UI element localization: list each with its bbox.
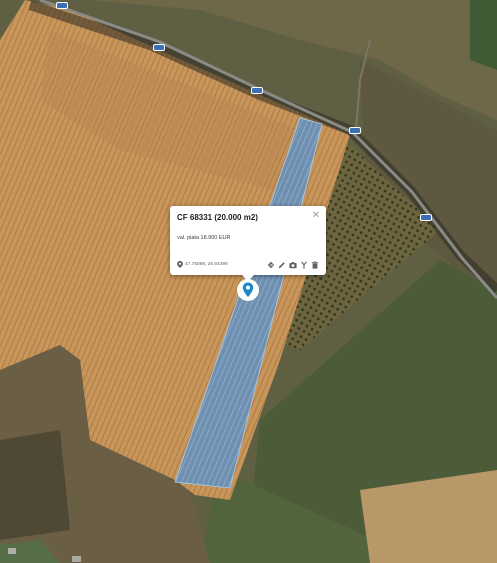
parcel-info-popup: CF 68331 (20.000 m2) ✕ val. piata 18.900… <box>170 206 326 281</box>
road-number-shield <box>153 44 165 51</box>
map-pin-icon[interactable] <box>236 278 260 302</box>
style-icon[interactable] <box>300 260 308 269</box>
coordinates-text: 47.75098, 26.64399 <box>185 262 228 267</box>
building <box>8 548 16 554</box>
location-pin-icon <box>177 261 183 268</box>
directions-icon[interactable] <box>267 261 275 269</box>
popup-actions <box>267 260 319 269</box>
trees-north-east <box>470 0 497 70</box>
scrub <box>0 430 70 540</box>
popup-description: val. piata 18.900 EUR <box>177 235 231 241</box>
delete-icon[interactable] <box>311 260 319 269</box>
road-number-shield <box>349 127 361 134</box>
building <box>72 556 81 562</box>
map-view[interactable]: CF 68331 (20.000 m2) ✕ val. piata 18.900… <box>0 0 497 563</box>
road-number-shield <box>56 2 68 9</box>
edit-icon[interactable] <box>278 261 286 269</box>
coordinates: 47.75098, 26.64399 <box>177 261 267 268</box>
road-number-shield <box>420 214 432 221</box>
popup-title: CF 68331 (20.000 m2) <box>177 213 258 222</box>
close-icon[interactable]: ✕ <box>312 211 320 221</box>
camera-icon[interactable] <box>289 261 297 269</box>
road-number-shield <box>251 87 263 94</box>
popup-footer: 47.75098, 26.64399 <box>177 260 319 269</box>
